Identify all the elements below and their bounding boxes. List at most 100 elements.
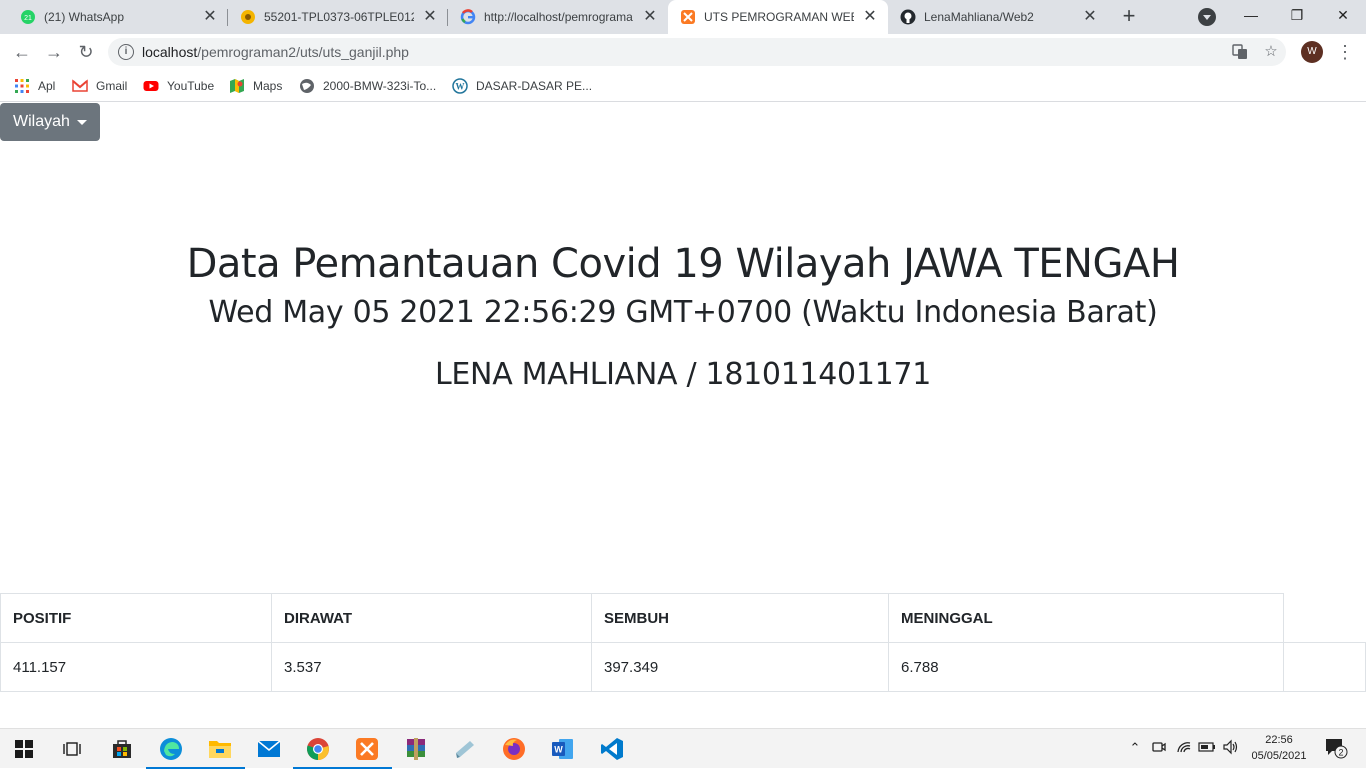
tab-title: LenaMahliana/Web2 (924, 10, 1034, 24)
cell-sembuh: 397.349 (591, 642, 889, 692)
bookmark-label: YouTube (167, 79, 215, 93)
xampp-icon[interactable] (342, 733, 392, 769)
minimize-icon[interactable]: — (1228, 0, 1274, 30)
header-meninggal: MENINGGAL (888, 593, 1284, 643)
menu-kebab-icon[interactable]: ⋮ (1336, 40, 1354, 64)
wifi-icon[interactable] (1175, 739, 1193, 757)
meet-now-icon[interactable] (1150, 739, 1168, 757)
sublime-icon[interactable] (449, 733, 481, 765)
google-icon (460, 9, 476, 25)
word-icon[interactable]: W (547, 733, 579, 765)
tab-elearning[interactable]: 55201-TPL0373-06TPLE012-2 ✕ (228, 0, 448, 34)
store-icon[interactable] (106, 733, 138, 765)
clock-time: 22:56 (1265, 734, 1293, 746)
bookmark-bmw[interactable]: 2000-BMW-323i-To... (299, 76, 436, 96)
header-sembuh: SEMBUH (591, 593, 889, 643)
bookmark-label: Apl (38, 79, 56, 93)
close-icon[interactable]: ✕ (422, 9, 438, 25)
gmail-icon (72, 78, 88, 94)
chrome-icon[interactable] (293, 733, 343, 769)
url-path: /pemrograman2/uts/uts_ganjil.php (197, 44, 409, 60)
wordpress-icon: W (452, 78, 468, 94)
close-icon[interactable]: ✕ (642, 9, 658, 25)
windows-start-icon[interactable] (8, 733, 40, 765)
page-content: Wilayah Data Pemantauan Covid 19 Wilayah… (0, 102, 1366, 728)
table-row: 411.157 3.537 397.349 6.788 (0, 642, 1366, 692)
header-empty (1283, 593, 1366, 643)
header-dirawat: DIRAWAT (271, 593, 592, 643)
page-title: Data Pemantauan Covid 19 Wilayah JAWA TE… (186, 241, 1180, 287)
forward-arrow-icon[interactable]: → (42, 40, 66, 64)
url-host: localhost (142, 44, 198, 60)
notification-center-icon[interactable]: 2 (1324, 737, 1348, 759)
file-explorer-icon[interactable] (195, 733, 245, 769)
windows-taskbar: W ⌃ 22:56 05/05/2021 2 (0, 728, 1366, 769)
author-heading: LENA MAHLIANA / 181011401171 (434, 357, 931, 392)
tab-title: http://localhost/pemrograma (484, 10, 633, 24)
tab-title: (21) WhatsApp (44, 10, 125, 24)
wilayah-dropdown-button[interactable]: Wilayah (0, 103, 100, 141)
elearning-icon (240, 9, 256, 25)
bookmark-label: Maps (253, 79, 283, 93)
system-clock[interactable]: 22:56 05/05/2021 (1248, 732, 1310, 764)
youtube-icon (143, 78, 159, 94)
browser-toolbar: ← → ↻ i localhost/pemrograman2/uts/uts_g… (0, 34, 1366, 70)
header-positif: POSITIF (0, 593, 272, 643)
globe-icon (299, 78, 315, 94)
bookmark-apps[interactable]: Apl (14, 76, 55, 96)
address-bar[interactable]: i localhost/pemrograman2/uts/uts_ganjil.… (108, 38, 1286, 66)
bookmark-label: Gmail (96, 79, 128, 93)
github-icon (900, 9, 916, 25)
site-info-icon[interactable]: i (118, 44, 134, 60)
winrar-icon[interactable] (400, 733, 432, 765)
covid-data-table: POSITIF DIRAWAT SEMBUH MENINGGAL 411.157… (0, 593, 1366, 692)
window-close-icon[interactable]: ✕ (1320, 0, 1366, 30)
close-icon[interactable]: ✕ (862, 9, 878, 25)
tab-title: 55201-TPL0373-06TPLE012-2 (264, 10, 414, 24)
tab-search-icon[interactable] (1198, 8, 1216, 26)
clock-date: 05/05/2021 (1251, 750, 1307, 762)
new-tab-plus-icon[interactable]: + (1118, 5, 1140, 28)
tab-strip: 21 (21) WhatsApp ✕ 55201-TPL0373-06TPLE0… (0, 0, 1366, 34)
bookmarks-bar: Apl Gmail YouTube Maps 2000-BMW-323i-To.… (0, 70, 1366, 102)
task-view-icon[interactable] (56, 733, 88, 765)
bookmark-dasar[interactable]: W DASAR-DASAR PE... (452, 76, 592, 96)
bookmark-maps[interactable]: Maps (229, 76, 282, 96)
bookmark-label: 2000-BMW-323i-To... (323, 79, 437, 93)
bookmark-gmail[interactable]: Gmail (72, 76, 127, 96)
tray-chevron-up-icon[interactable]: ⌃ (1126, 739, 1144, 757)
table-header-row: POSITIF DIRAWAT SEMBUH MENINGGAL (0, 593, 1366, 643)
translate-icon[interactable] (1232, 44, 1248, 60)
whatsapp-badge: 21 (24, 15, 32, 22)
bookmark-label: DASAR-DASAR PE... (476, 79, 593, 93)
restore-icon[interactable]: ❐ (1274, 0, 1320, 30)
maps-icon (229, 78, 245, 94)
back-arrow-icon[interactable]: ← (10, 40, 34, 64)
apps-grid-icon (14, 78, 30, 94)
close-icon[interactable]: ✕ (202, 9, 218, 25)
bookmark-star-icon[interactable]: ☆ (1263, 44, 1279, 60)
tab-localhost-google[interactable]: http://localhost/pemrograma ✕ (448, 0, 668, 34)
svg-text:W: W (456, 82, 465, 92)
firefox-icon[interactable] (498, 733, 530, 765)
vscode-icon[interactable] (596, 733, 628, 765)
cell-empty (1283, 642, 1366, 692)
battery-icon[interactable] (1198, 739, 1216, 757)
tab-uts-active[interactable]: UTS PEMROGRAMAN WEB 2 ✕ (668, 0, 888, 34)
svg-text:W: W (554, 745, 563, 755)
mail-icon[interactable] (253, 733, 285, 765)
edge-icon[interactable] (146, 733, 196, 769)
url-text[interactable]: localhost/pemrograman2/uts/uts_ganjil.ph… (142, 44, 409, 60)
tab-title: UTS PEMROGRAMAN WEB 2 (704, 10, 854, 24)
whatsapp-icon: 21 (20, 9, 36, 25)
xampp-icon (680, 9, 696, 25)
cell-dirawat: 3.537 (271, 642, 592, 692)
profile-avatar[interactable]: W (1301, 41, 1323, 63)
close-icon[interactable]: ✕ (1082, 9, 1098, 25)
volume-icon[interactable] (1222, 739, 1240, 757)
tab-github[interactable]: LenaMahliana/Web2 ✕ (888, 0, 1108, 34)
dropdown-label: Wilayah (13, 113, 70, 130)
reload-icon[interactable]: ↻ (74, 40, 98, 64)
bookmark-youtube[interactable]: YouTube (143, 76, 214, 96)
tab-whatsapp[interactable]: 21 (21) WhatsApp ✕ (8, 0, 228, 34)
